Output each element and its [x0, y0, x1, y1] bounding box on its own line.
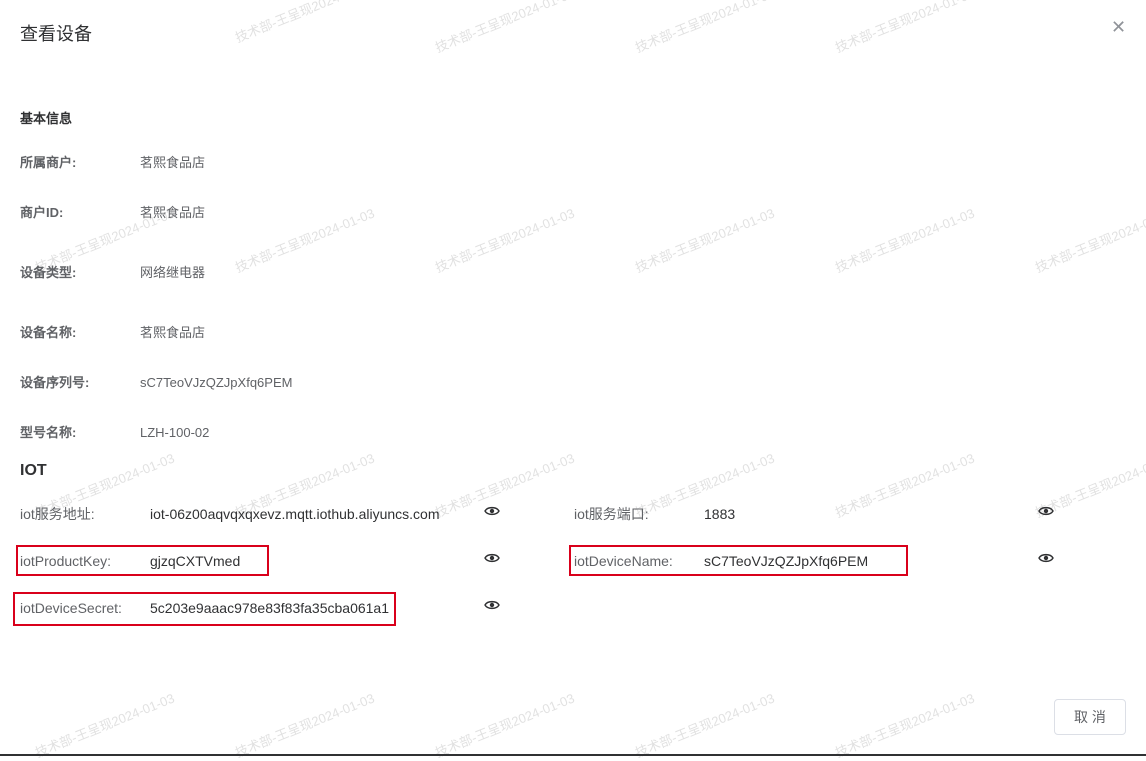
info-value: 网络继电器: [140, 265, 206, 280]
info-label: 商户ID:: [20, 205, 64, 220]
info-value: 茗熙食品店: [140, 325, 206, 340]
eye-icon[interactable]: [484, 505, 500, 517]
iot-value: 1883: [704, 506, 736, 522]
info-label: 型号名称:: [20, 425, 77, 440]
watermark: 技术部-王呈现2024-01-03: [232, 690, 377, 761]
basic-info-heading: 基本信息: [20, 111, 73, 126]
watermark: 技术部-王呈现2024-01-03: [832, 450, 977, 521]
highlight-box-device-name: [569, 545, 908, 576]
eye-icon[interactable]: [1038, 505, 1054, 517]
watermark: 技术部-王呈现2024-01-03: [432, 690, 577, 761]
close-icon[interactable]: ✕: [1111, 17, 1126, 37]
watermark: 技术部-王呈现2024-01-03: [632, 205, 777, 276]
highlight-box-device-secret: [13, 592, 396, 626]
iot-heading: IOT: [20, 462, 47, 479]
watermark: 技术部-王呈现2024-01-03: [1032, 205, 1146, 276]
dialog-title: 查看设备: [20, 24, 92, 44]
info-value: sC7TeoVJzQZJpXfq6PEM: [140, 375, 293, 390]
watermark: 技术部-王呈现2024-01-03: [232, 205, 377, 276]
eye-icon[interactable]: [484, 552, 500, 564]
watermark: 技术部-王呈现2024-01-03: [432, 450, 577, 521]
watermark: 技术部-王呈现2024-01-03: [32, 690, 177, 761]
info-label: 设备序列号:: [20, 375, 90, 390]
watermark: 技术部-王呈现2024-01-03: [232, 0, 377, 46]
highlight-box-product-key: [16, 545, 269, 576]
iot-label: iot服务地址:: [20, 506, 95, 522]
watermark: 技术部-王呈现2024-01-03: [832, 205, 977, 276]
info-label: 设备名称:: [20, 325, 77, 340]
watermark: 技术部-王呈现2024-01-03: [632, 690, 777, 761]
eye-icon[interactable]: [1038, 552, 1054, 564]
eye-icon[interactable]: [484, 599, 500, 611]
watermark: 技术部-王呈现2024-01-03: [432, 205, 577, 276]
watermark: 技术部-王呈现2024-01-03: [632, 0, 777, 56]
info-value: 茗熙食品店: [140, 205, 206, 220]
info-value: LZH-100-02: [140, 425, 210, 440]
info-label: 设备类型:: [20, 265, 77, 280]
watermark: 技术部-王呈现2024-01-03: [832, 690, 977, 761]
watermark: 技术部-王呈现2024-01-03: [832, 0, 977, 56]
iot-value: iot-06z00aqvqxqxevz.mqtt.iothub.aliyuncs…: [150, 506, 440, 522]
cancel-button[interactable]: 取 消: [1054, 699, 1126, 735]
watermark: 技术部-王呈现2024-01-03: [432, 0, 577, 56]
info-label: 所属商户:: [20, 155, 77, 170]
info-value: 茗熙食品店: [140, 155, 206, 170]
iot-label: iot服务端口:: [574, 506, 649, 522]
